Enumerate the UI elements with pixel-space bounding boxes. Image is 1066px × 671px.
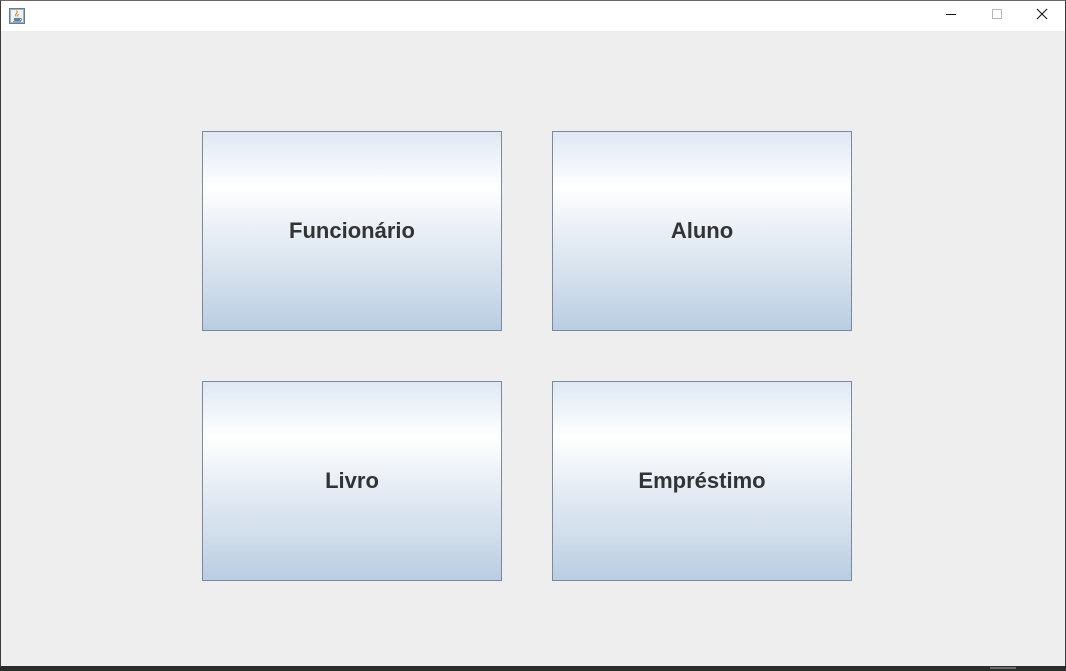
- minimize-icon: [945, 7, 957, 25]
- java-cup-icon: [9, 8, 25, 24]
- title-bar[interactable]: [1, 1, 1065, 31]
- funcionario-button[interactable]: Funcionário: [202, 131, 502, 331]
- maximize-button[interactable]: [974, 1, 1020, 31]
- minimize-button[interactable]: [928, 1, 974, 31]
- maximize-icon: [991, 7, 1003, 25]
- funcionario-button-label: Funcionário: [289, 218, 415, 243]
- taskbar-edge-highlight: [990, 667, 1016, 669]
- close-button[interactable]: [1019, 1, 1065, 31]
- emprestimo-button[interactable]: Empréstimo: [552, 381, 852, 581]
- emprestimo-button-label: Empréstimo: [638, 468, 766, 493]
- main-content-panel: Funcionário Aluno Livro Empréstimo: [1, 31, 1065, 666]
- livro-button[interactable]: Livro: [202, 381, 502, 581]
- taskbar-edge: [0, 666, 1066, 671]
- close-icon: [1036, 7, 1048, 25]
- aluno-button-label: Aluno: [670, 218, 734, 243]
- aluno-button[interactable]: Aluno: [552, 131, 852, 331]
- livro-button-label: Livro: [325, 468, 379, 493]
- application-window: Funcionário Aluno Livro Empréstimo: [0, 0, 1066, 667]
